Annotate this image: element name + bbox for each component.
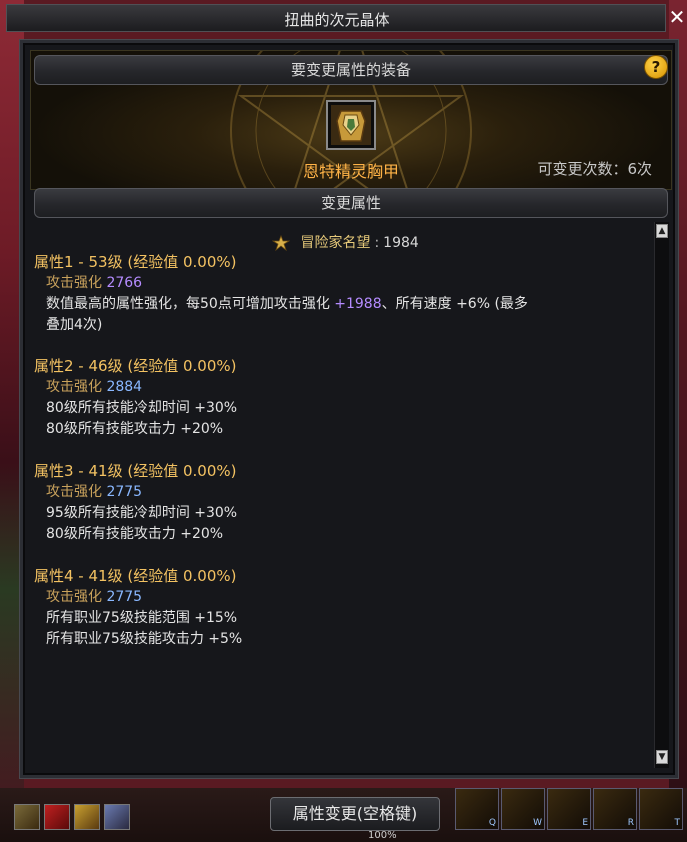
- attribute-desc: 80级所有技能攻击力 +20%: [46, 421, 224, 437]
- change-attribute-button[interactable]: 属性变更(空格键): [270, 797, 440, 831]
- chestplate-icon: [331, 105, 371, 145]
- skill-key-label: R: [627, 818, 634, 828]
- desc-text: 、所有速度 +6% (最多: [381, 296, 528, 312]
- close-icon[interactable]: ✕: [668, 6, 686, 28]
- percent-text: 100%: [368, 830, 397, 841]
- attribute-stat: 攻击强化 2884: [34, 377, 646, 398]
- help-icon[interactable]: ?: [644, 55, 668, 79]
- attribute-desc: 95级所有技能冷却时间 +30%: [46, 505, 238, 521]
- stat-label: 攻击强化: [46, 484, 102, 500]
- fame-value: 1984: [383, 235, 419, 251]
- attribute-desc: 所有职业75级技能范围 +15%: [46, 610, 238, 626]
- attribute-stat: 攻击强化 2766: [34, 273, 646, 294]
- fame-label: 冒险家名望: [300, 235, 371, 251]
- item-name: 恩特精灵胸甲: [302, 162, 399, 181]
- stat-label: 攻击强化: [46, 589, 102, 605]
- attribute-title: 属性3 - 41级 (经验值 0.00%): [34, 462, 237, 480]
- stat-value: 2884: [106, 379, 143, 395]
- skill-key-label: E: [582, 818, 588, 828]
- attribute-desc: 80级所有技能攻击力 +20%: [46, 526, 224, 542]
- attribute-desc: 所有职业75级技能攻击力 +5%: [46, 631, 243, 647]
- skill-slot-q[interactable]: Q: [455, 788, 499, 830]
- quickslot-icon-1[interactable]: [14, 804, 40, 830]
- desc-text: 数值最高的属性强化，每50点可增加攻击强化: [46, 296, 335, 312]
- fame-separator: :: [374, 235, 380, 251]
- attribute-title: 属性1 - 53级 (经验值 0.00%): [34, 253, 237, 271]
- stat-value: 2766: [106, 275, 143, 291]
- scroll-down-button[interactable]: ▼: [656, 750, 668, 764]
- equipment-slot[interactable]: [326, 100, 376, 150]
- skill-key-label: Q: [488, 818, 496, 828]
- window-titlebar[interactable]: 扭曲的次元晶体: [6, 4, 666, 32]
- attribute-block-4: 属性4 - 41级 (经验值 0.00%) 攻击强化 2775 所有职业75级技…: [34, 566, 646, 650]
- scrollbar[interactable]: ▲ ▼: [654, 222, 669, 768]
- attribute-block-1: 属性1 - 53级 (经验值 0.00%) 攻击强化 2766 数值最高的属性强…: [34, 252, 646, 336]
- skill-slot-t[interactable]: T: [639, 788, 683, 830]
- stat-value: 2775: [106, 589, 143, 605]
- change-count: 可变更次数：6次: [537, 160, 652, 178]
- attribute-title: 属性2 - 46级 (经验值 0.00%): [34, 357, 237, 375]
- window-title: 扭曲的次元晶体: [284, 11, 390, 29]
- fame-emblem-icon: [272, 235, 290, 251]
- desc-highlight: +1988: [334, 296, 382, 312]
- quickslot-icon-3[interactable]: [74, 804, 100, 830]
- stat-value: 2775: [106, 484, 143, 500]
- change-attributes-header: 变更属性: [34, 188, 668, 218]
- quickslot-icon-2[interactable]: [44, 804, 70, 830]
- attribute-block-2: 属性2 - 46级 (经验值 0.00%) 攻击强化 2884 80级所有技能冷…: [34, 356, 646, 440]
- adventurer-fame: 冒险家名望:1984: [272, 232, 419, 252]
- skill-key-label: T: [674, 818, 681, 828]
- attribute-desc: 数值最高的属性强化，每50点可增加攻击强化 +1988、所有速度 +6% (最多: [34, 294, 646, 315]
- stat-label: 攻击强化: [46, 275, 102, 291]
- skill-key-label: W: [533, 818, 542, 828]
- skill-slot-r[interactable]: R: [593, 788, 637, 830]
- equipment-header: 要变更属性的装备: [34, 55, 668, 85]
- attribute-stat: 攻击强化 2775: [34, 587, 646, 608]
- attribute-block-3: 属性3 - 41级 (经验值 0.00%) 攻击强化 2775 95级所有技能冷…: [34, 461, 646, 545]
- attribute-title: 属性4 - 41级 (经验值 0.00%): [34, 567, 237, 585]
- attribute-stat: 攻击强化 2775: [34, 482, 646, 503]
- attribute-desc: 80级所有技能冷却时间 +30%: [46, 400, 238, 416]
- skill-slot-e[interactable]: E: [547, 788, 591, 830]
- quickslot-icon-4[interactable]: [104, 804, 130, 830]
- attribute-desc: 叠加4次): [46, 317, 103, 333]
- stat-label: 攻击强化: [46, 379, 102, 395]
- skill-slot-w[interactable]: W: [501, 788, 545, 830]
- scroll-up-button[interactable]: ▲: [656, 224, 668, 238]
